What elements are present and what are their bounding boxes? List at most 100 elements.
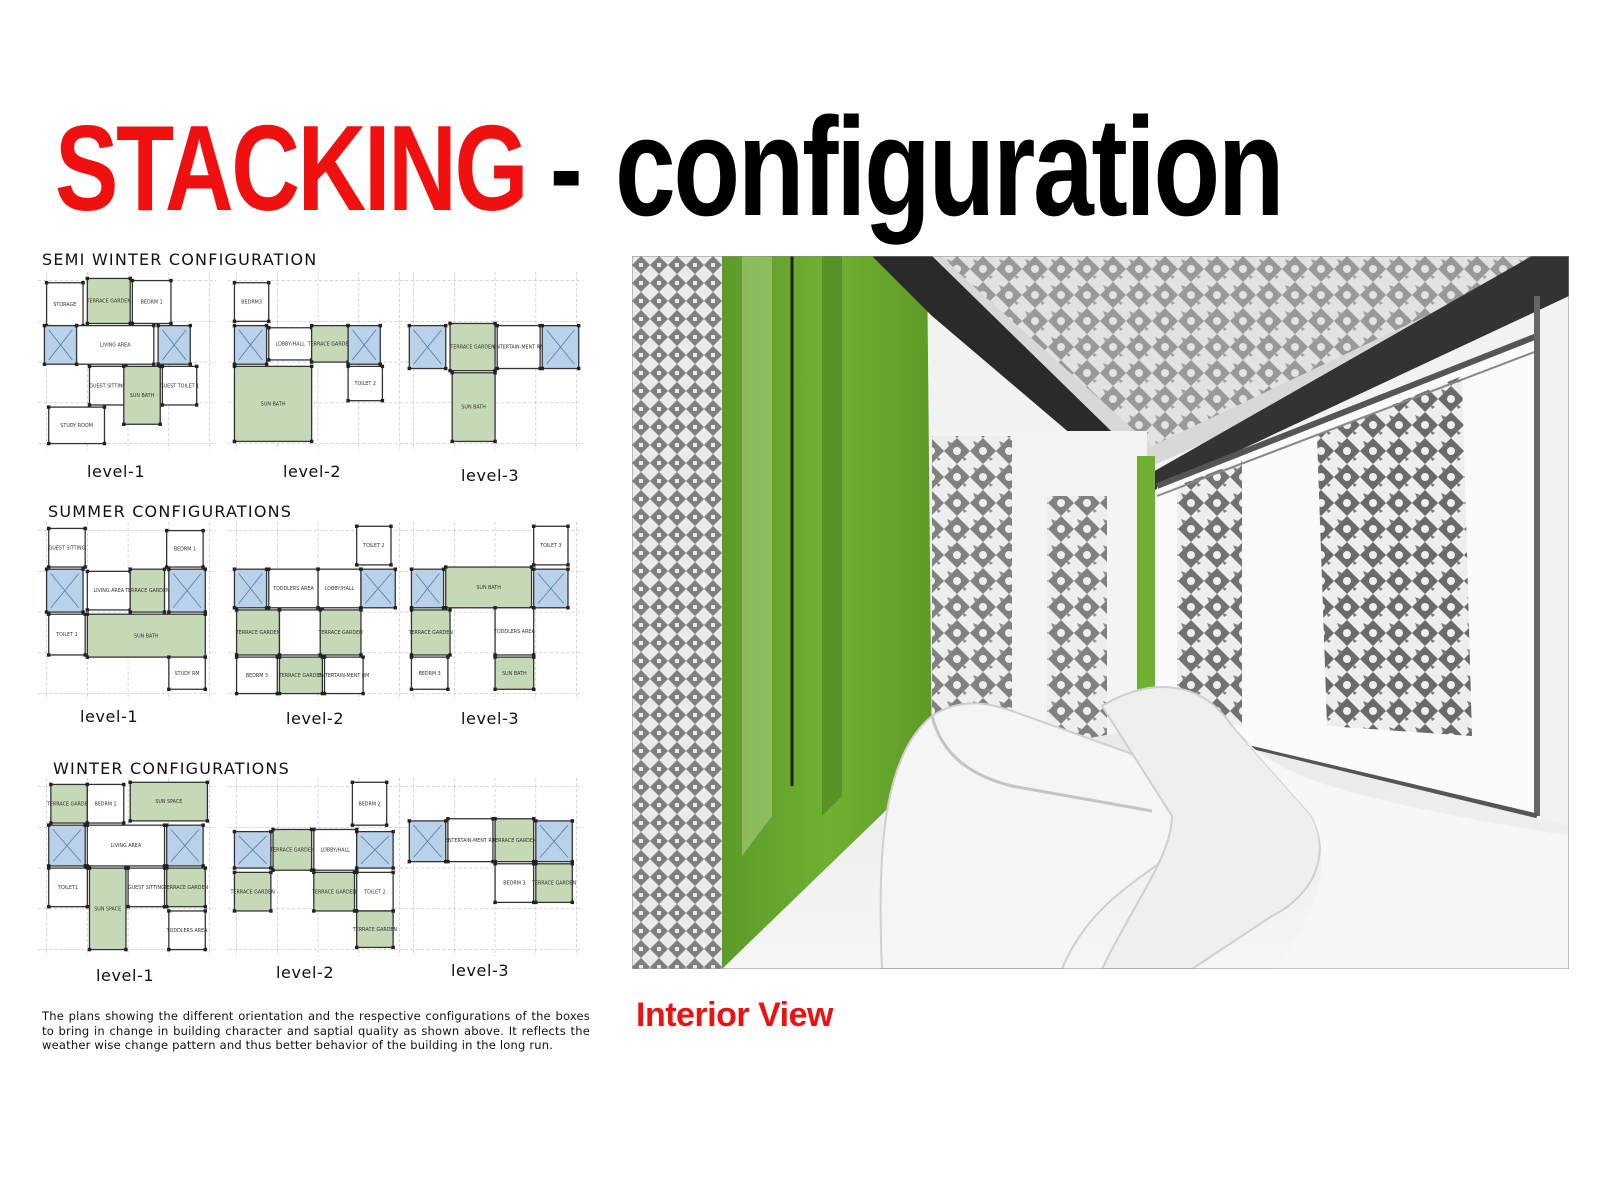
room-label: LOBBY/HALL [320, 847, 350, 853]
column [322, 691, 327, 696]
plan-summer-level-3: TOILET 3 SUN BATH TERRACE GARDEN TODDLERS A… [405, 522, 583, 700]
column [359, 567, 363, 571]
column [409, 567, 414, 571]
column [409, 608, 414, 612]
column [531, 687, 536, 691]
column [87, 947, 92, 952]
column [205, 819, 210, 823]
column [493, 862, 497, 866]
room-label: TERRACE GARDEN [307, 341, 353, 347]
column [188, 362, 192, 366]
title-configuration: configuration [615, 88, 1285, 245]
column [167, 610, 171, 614]
column [354, 866, 359, 870]
column [162, 610, 167, 614]
column [446, 859, 450, 864]
room-label: TERRACE GARDEN [449, 345, 495, 351]
column [167, 947, 171, 952]
plan-winter-level-1: TERRACE GARDEN BEDRM 1 SUN SPACE LIVING ARE… [38, 778, 216, 956]
column [267, 567, 271, 571]
column [234, 691, 239, 696]
column [164, 528, 169, 533]
room-label: BEDRM 1 [174, 546, 196, 552]
column [47, 904, 51, 909]
room-label: GUEST SITTING [49, 545, 86, 551]
column [269, 870, 273, 875]
level-label: level-3 [451, 961, 510, 980]
column [312, 909, 316, 913]
plan-winter-level-2: BEDRM 2 TERRACE GARDEN LOBBY/HALL TERRACE G… [228, 778, 406, 956]
column [346, 323, 350, 328]
room [278, 609, 324, 656]
column [309, 364, 314, 369]
room-label: TOILET 3 [539, 543, 561, 549]
column [152, 323, 156, 328]
column [267, 606, 271, 610]
column [102, 405, 107, 409]
level-label: level-2 [286, 709, 345, 728]
room-label: SUN BATH [130, 393, 155, 399]
room-label: GUEST TOILET 1 [160, 383, 199, 389]
column [361, 655, 365, 659]
column [85, 608, 90, 612]
room-label: LOBBY/HALL [325, 586, 355, 592]
column [160, 403, 165, 407]
plan-summer-level-1: GUEST SITTING BEDRM 1 LIVING AREA TERRACE G… [38, 522, 216, 700]
column [350, 823, 355, 827]
column [42, 362, 47, 366]
column [309, 323, 314, 328]
room-label: ENTERTAIN-MENT RM [445, 838, 496, 844]
column [444, 366, 448, 371]
column [158, 422, 162, 426]
column [493, 687, 497, 691]
column [354, 829, 359, 834]
column [203, 904, 207, 909]
column [346, 364, 350, 369]
column [380, 398, 385, 403]
room-label: BEDRM 3 [503, 881, 525, 887]
column [74, 323, 79, 328]
level-label: level-1 [80, 707, 139, 726]
column [85, 782, 90, 787]
room-label: BEDRM 1 [141, 300, 163, 306]
room-label: TODDLERS AREA [272, 586, 314, 592]
column [167, 655, 171, 659]
column [267, 358, 271, 362]
column [534, 819, 538, 823]
column [122, 422, 126, 426]
column [232, 829, 237, 834]
column [407, 366, 412, 371]
room-label: TOILET 1 [55, 632, 77, 638]
column [81, 567, 85, 571]
column [85, 655, 90, 659]
room-label: TERRACE GARDEN [46, 801, 92, 807]
column [531, 655, 536, 659]
room-label: TERRACE GARDEN [269, 847, 315, 853]
column [389, 563, 393, 567]
column [85, 276, 90, 281]
column [264, 362, 269, 366]
section-title-winter: WINTER CONFIGURATIONS [53, 759, 290, 778]
column [277, 691, 282, 696]
column [164, 866, 169, 870]
column [271, 827, 275, 832]
room-label: BEDRM 2 [358, 801, 380, 807]
column [49, 782, 53, 787]
column [122, 782, 126, 787]
column [232, 870, 237, 875]
column [354, 909, 359, 913]
column [346, 398, 350, 403]
column [450, 439, 454, 444]
level-label: level-1 [96, 966, 155, 985]
column [407, 819, 412, 823]
column [380, 364, 385, 369]
title-dash: - [550, 100, 582, 236]
column [126, 904, 130, 909]
column [354, 870, 359, 875]
column [312, 827, 316, 832]
column [446, 687, 450, 691]
column [232, 567, 237, 571]
column [203, 567, 207, 571]
column [162, 567, 167, 571]
column [47, 612, 51, 616]
